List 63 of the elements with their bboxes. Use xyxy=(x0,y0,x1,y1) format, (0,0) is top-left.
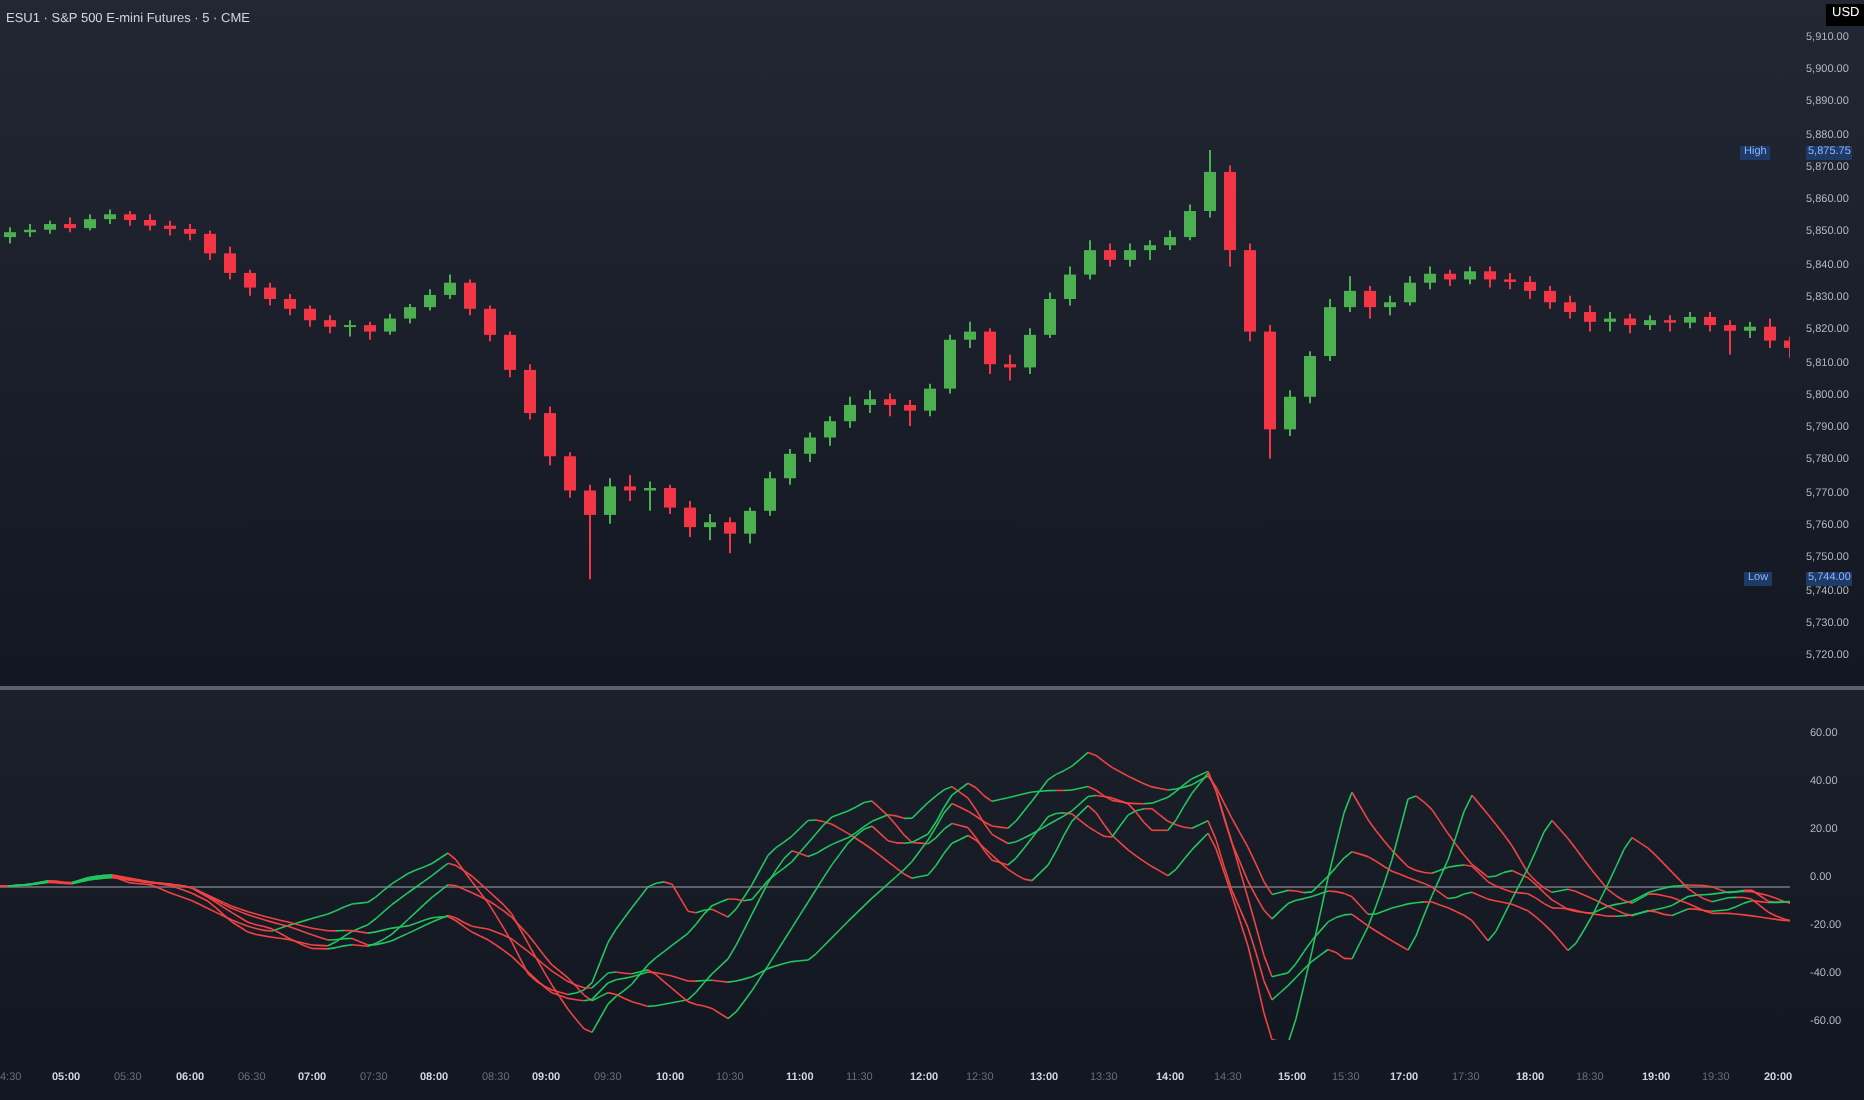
candlestick xyxy=(424,288,436,312)
candlestick xyxy=(1064,265,1076,307)
candlestick xyxy=(1404,275,1416,307)
candlestick xyxy=(1544,284,1556,310)
candlestick xyxy=(1704,311,1716,333)
candlestick xyxy=(844,395,856,429)
candlestick xyxy=(384,312,396,336)
candlestick xyxy=(584,483,596,581)
candlestick xyxy=(1164,229,1176,252)
candlestick xyxy=(924,382,936,418)
candlestick xyxy=(1284,389,1296,437)
candlestick xyxy=(284,293,296,317)
candlestick xyxy=(1024,327,1036,375)
candlestick xyxy=(824,415,836,447)
candlestick xyxy=(1624,312,1636,335)
candlestick xyxy=(1564,294,1576,320)
candlestick xyxy=(404,302,416,325)
candlestick xyxy=(1484,265,1496,289)
candlestick xyxy=(224,245,236,281)
candlestick xyxy=(684,500,696,538)
candlestick xyxy=(484,304,496,343)
candlestick xyxy=(1384,294,1396,317)
candlestick xyxy=(1044,291,1056,340)
candlestick xyxy=(784,447,796,486)
candlestick xyxy=(1004,353,1016,382)
candlestick xyxy=(764,470,776,517)
candlestick xyxy=(1364,284,1376,320)
candlestick xyxy=(204,229,216,261)
candlestick xyxy=(704,513,716,542)
candlestick xyxy=(604,477,616,525)
candlestick xyxy=(664,483,676,516)
candlestick xyxy=(244,268,256,297)
candlestick xyxy=(444,273,456,300)
candlestick xyxy=(1204,148,1216,219)
candlestick xyxy=(1584,304,1596,333)
candlestick xyxy=(1144,239,1156,261)
candlestick xyxy=(804,431,816,463)
candlestick xyxy=(744,506,756,545)
candlestick xyxy=(904,399,916,428)
candlestick xyxy=(464,278,476,317)
candlestick xyxy=(984,327,996,375)
candlestick xyxy=(504,330,516,379)
candlestick xyxy=(1524,275,1536,300)
candlestick xyxy=(1124,242,1136,268)
candlestick xyxy=(624,473,636,503)
candlestick xyxy=(1344,275,1356,314)
candlestick xyxy=(304,304,316,328)
candlestick xyxy=(544,405,556,467)
candlestick xyxy=(1724,319,1736,356)
candlestick xyxy=(264,281,276,307)
candlestick xyxy=(564,451,576,499)
candlestick xyxy=(864,389,876,415)
candlestick xyxy=(884,392,896,418)
candlestick xyxy=(1604,311,1616,333)
candlestick xyxy=(1764,317,1776,349)
candlestick xyxy=(724,516,736,555)
candlestick xyxy=(964,320,976,349)
candlestick xyxy=(1084,239,1096,281)
candlestick xyxy=(1424,265,1436,291)
candlestick xyxy=(1104,242,1116,268)
candlestick xyxy=(1184,203,1196,242)
candlestick xyxy=(1304,350,1316,405)
candlestick xyxy=(524,363,536,421)
